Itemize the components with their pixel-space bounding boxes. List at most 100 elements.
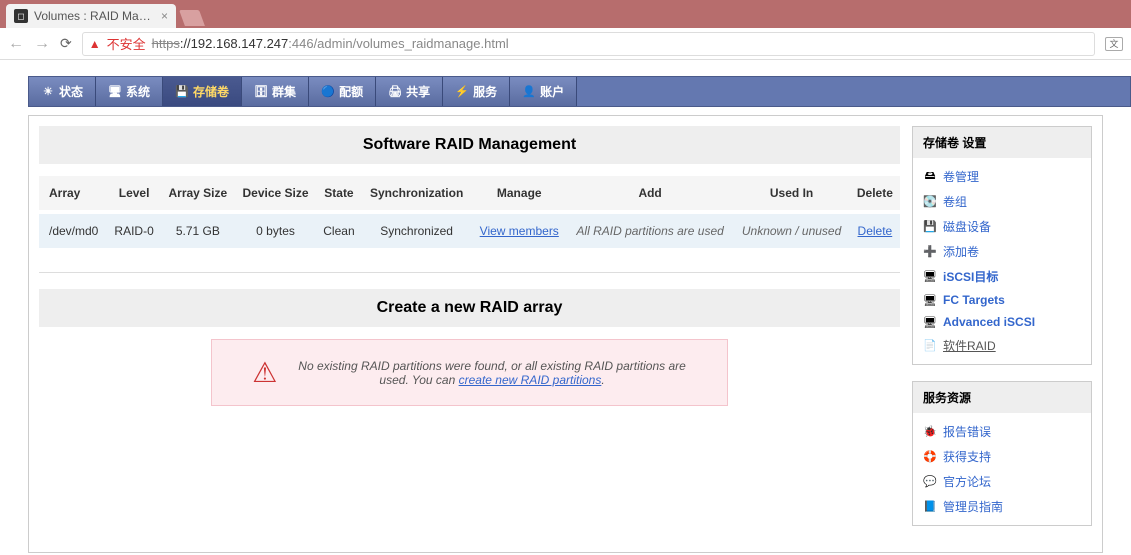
nav-label: 系统 xyxy=(126,83,150,100)
sidebar-item-label: Advanced iSCSI xyxy=(943,315,1035,329)
cell-sync: Synchronized xyxy=(362,212,472,248)
sidebar-item-icon: 🛟 xyxy=(923,451,937,463)
nav-icon: ⚡ xyxy=(455,85,469,99)
new-tab-button[interactable] xyxy=(179,10,205,26)
nav-label: 状态 xyxy=(59,83,83,100)
cell-add: All RAID partitions are used xyxy=(567,212,734,248)
sidebar: 存储卷 设置 🖴 卷管理 💽卷组💾磁盘设备➕添加卷 🖥 iSCSI目标 🖥 FC Targe… xyxy=(912,126,1092,542)
nav-群集[interactable]: 🗄 群集 xyxy=(242,77,309,106)
address-bar[interactable]: ▲ 不安全 https://192.168.147.247:446/admin/… xyxy=(82,32,1095,56)
content-area: Software RAID Management ArrayLevelArray… xyxy=(28,115,1103,553)
sidebar-item-label: 软件RAID xyxy=(943,337,996,354)
sidebar-item-卷管理[interactable]: 🖴 卷管理 xyxy=(917,164,1087,189)
no-partitions-warning: ⚠ No existing RAID partitions were found… xyxy=(211,339,728,406)
nav-label: 群集 xyxy=(272,83,296,100)
nav-icon: 🗄 xyxy=(254,85,268,99)
cell-device-size: 0 bytes xyxy=(235,212,317,248)
nav-label: 账户 xyxy=(540,83,564,100)
delete-link[interactable]: Delete xyxy=(858,224,893,238)
table-row: /dev/md0 RAID-0 5.71 GB 0 bytes Clean Sy… xyxy=(39,212,900,248)
create-array-title: Create a new RAID array xyxy=(39,289,900,327)
sidebar-item-iSCSI目标[interactable]: 🖥 iSCSI目标 xyxy=(917,264,1087,289)
separator xyxy=(39,272,900,273)
nav-label: 存储卷 xyxy=(193,83,229,100)
translate-icon[interactable]: 文 xyxy=(1105,37,1123,51)
sidebar-item-label: iSCSI目标 xyxy=(943,268,998,285)
sidebar-item-label: FC Targets xyxy=(943,293,1005,307)
nav-icon: ☀ xyxy=(41,85,55,99)
cell-array: /dev/md0 xyxy=(39,212,107,248)
sidebar-item-Advanced iSCSI[interactable]: 🖥 Advanced iSCSI xyxy=(917,311,1087,333)
sidebar-item-官方论坛[interactable]: 💬 官方论坛 xyxy=(917,469,1087,494)
nav-label: 服务 xyxy=(473,83,497,100)
sidebar-item-icon: 💾 xyxy=(923,221,937,233)
sidebar-item-icon: ➕ xyxy=(923,246,937,258)
col-device-size: Device Size xyxy=(235,176,317,212)
col-level: Level xyxy=(107,176,161,212)
forward-icon: → xyxy=(34,35,50,53)
sidebar-item-label: 官方论坛 xyxy=(943,473,991,490)
sidebar-item-icon: 🖥 xyxy=(923,316,937,328)
sidebar-item-icon: 💬 xyxy=(923,476,937,488)
nav-label: 共享 xyxy=(406,83,430,100)
close-icon[interactable]: × xyxy=(161,9,168,23)
insecure-label: 不安全 xyxy=(107,34,146,53)
sidebar-item-label: 报告错误 xyxy=(943,423,991,440)
col-used-in: Used In xyxy=(733,176,849,212)
col-state: State xyxy=(316,176,361,212)
sidebar-item-管理员指南[interactable]: 📘管理员指南 xyxy=(917,494,1087,519)
sidebar-item-软件RAID[interactable]: 📄软件RAID xyxy=(917,333,1087,358)
sidebar-item-FC Targets[interactable]: 🖥 FC Targets xyxy=(917,289,1087,311)
sidebar-settings-panel: 存储卷 设置 🖴 卷管理 💽卷组💾磁盘设备➕添加卷 🖥 iSCSI目标 🖥 FC Targe… xyxy=(912,126,1092,365)
sidebar-resources-panel: 服务资源 🐞报告错误 🛟 获得支持 💬 官方论坛 📘管理员指南 xyxy=(912,381,1092,526)
raid-arrays-table: ArrayLevelArray SizeDevice SizeStateSync… xyxy=(39,176,900,248)
view-members-link[interactable]: View members xyxy=(480,224,559,238)
insecure-warning-icon: ▲ xyxy=(89,37,101,51)
browser-toolbar: ← → ⟳ ▲ 不安全 https://192.168.147.247:446/… xyxy=(0,28,1131,60)
cell-manage: View members xyxy=(472,212,567,248)
warning-text: No existing RAID partitions were found, … xyxy=(297,359,686,387)
col-synchronization: Synchronization xyxy=(362,176,472,212)
sidebar-settings-title: 存储卷 设置 xyxy=(913,127,1091,158)
cell-array-size: 5.71 GB xyxy=(161,212,235,248)
nav-存储卷[interactable]: 💾存储卷 xyxy=(163,77,242,106)
col-manage: Manage xyxy=(472,176,567,212)
reload-icon[interactable]: ⟳ xyxy=(60,35,72,52)
col-array-size: Array Size xyxy=(161,176,235,212)
nav-icon: 🔵 xyxy=(321,85,335,99)
sidebar-item-获得支持[interactable]: 🛟 获得支持 xyxy=(917,444,1087,469)
nav-账户[interactable]: 👤 账户 xyxy=(510,77,577,106)
nav-icon: 👤 xyxy=(522,85,536,99)
col-array: Array xyxy=(39,176,107,212)
tab-title: Volumes : RAID Mana... xyxy=(34,9,155,23)
sidebar-item-icon: 🖥 xyxy=(923,294,937,306)
sidebar-item-icon: 🖴 xyxy=(923,171,937,183)
nav-共享[interactable]: 🖨 共享 xyxy=(376,77,443,106)
sidebar-item-label: 获得支持 xyxy=(943,448,991,465)
nav-服务[interactable]: ⚡ 服务 xyxy=(443,77,510,106)
sidebar-item-报告错误[interactable]: 🐞报告错误 xyxy=(917,419,1087,444)
sidebar-item-label: 卷组 xyxy=(943,193,967,210)
nav-系统[interactable]: 🖥 系统 xyxy=(96,77,163,106)
sidebar-item-label: 卷管理 xyxy=(943,168,979,185)
nav-状态[interactable]: ☀ 状态 xyxy=(29,77,96,106)
warning-icon: ⚠ xyxy=(252,356,277,389)
create-partitions-link[interactable]: create new RAID partitions xyxy=(459,373,602,387)
main-column: Software RAID Management ArrayLevelArray… xyxy=(39,126,900,418)
back-icon[interactable]: ← xyxy=(8,35,24,53)
url: https://192.168.147.247:446/admin/volume… xyxy=(152,36,509,51)
cell-level: RAID-0 xyxy=(107,212,161,248)
sidebar-item-添加卷[interactable]: ➕添加卷 xyxy=(917,239,1087,264)
raid-management-title: Software RAID Management xyxy=(39,126,900,164)
nav-icon: 🖨 xyxy=(388,85,402,99)
browser-tab[interactable]: ◻ Volumes : RAID Mana... × xyxy=(6,4,176,28)
sidebar-item-icon: 📘 xyxy=(923,501,937,513)
sidebar-resources-title: 服务资源 xyxy=(913,382,1091,413)
cell-state: Clean xyxy=(316,212,361,248)
top-nav: ☀ 状态 🖥 系统 💾存储卷 🗄 群集 🔵配额 🖨 共享 ⚡ 服务 👤 账户 xyxy=(28,76,1131,107)
sidebar-item-icon: 🖥 xyxy=(923,271,937,283)
sidebar-item-磁盘设备[interactable]: 💾磁盘设备 xyxy=(917,214,1087,239)
nav-配额[interactable]: 🔵配额 xyxy=(309,77,376,106)
sidebar-item-卷组[interactable]: 💽卷组 xyxy=(917,189,1087,214)
nav-icon: 🖥 xyxy=(108,85,122,99)
